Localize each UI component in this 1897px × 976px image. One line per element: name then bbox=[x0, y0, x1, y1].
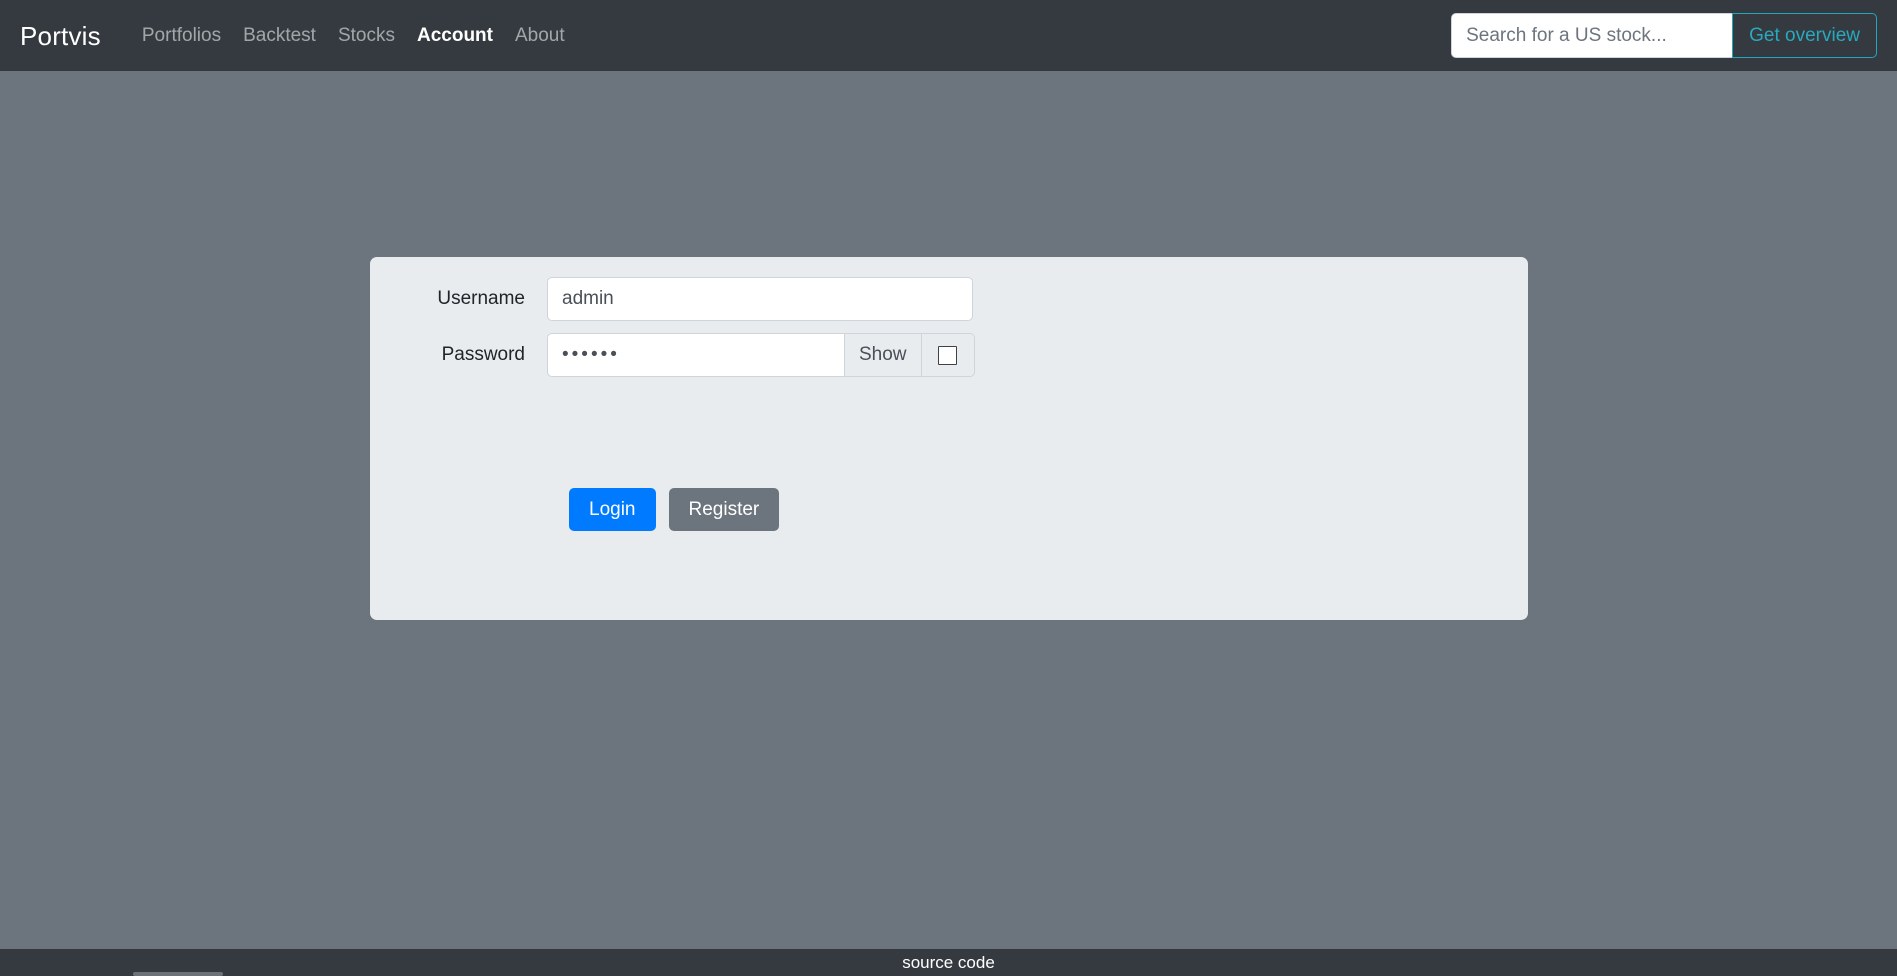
bottom-scroll-indicator[interactable] bbox=[133, 972, 223, 976]
show-password-checkbox[interactable] bbox=[938, 346, 957, 365]
brand-logo[interactable]: Portvis bbox=[20, 23, 101, 49]
password-label: Password bbox=[370, 344, 547, 366]
nav-item-portfolios[interactable]: Portfolios bbox=[131, 25, 232, 47]
get-overview-button[interactable]: Get overview bbox=[1732, 13, 1877, 58]
nav-item-account[interactable]: Account bbox=[406, 25, 504, 47]
nav-item-about[interactable]: About bbox=[504, 25, 576, 47]
password-row: Password Show bbox=[370, 333, 975, 377]
top-navbar: Portvis Portfolios Backtest Stocks Accou… bbox=[0, 0, 1897, 71]
stock-search-input[interactable] bbox=[1451, 13, 1732, 58]
source-code-link[interactable]: source code bbox=[902, 953, 995, 973]
show-password-label[interactable]: Show bbox=[845, 333, 922, 377]
login-card: Username Password Show Login Register bbox=[370, 257, 1528, 620]
page-footer: source code bbox=[0, 949, 1897, 976]
form-actions: Login Register bbox=[569, 488, 779, 531]
username-label: Username bbox=[370, 288, 547, 310]
nav-links: Portfolios Backtest Stocks Account About bbox=[131, 25, 576, 47]
nav-item-stocks[interactable]: Stocks bbox=[327, 25, 406, 47]
password-input-group: Show bbox=[547, 333, 975, 377]
show-password-checkbox-wrapper[interactable] bbox=[922, 333, 975, 377]
navbar-search-group: Get overview bbox=[1451, 12, 1877, 60]
username-input[interactable] bbox=[547, 277, 973, 321]
nav-item-backtest[interactable]: Backtest bbox=[232, 25, 327, 47]
login-button[interactable]: Login bbox=[569, 488, 656, 531]
username-row: Username bbox=[370, 277, 973, 321]
register-button[interactable]: Register bbox=[669, 488, 780, 531]
password-input[interactable] bbox=[547, 333, 845, 377]
